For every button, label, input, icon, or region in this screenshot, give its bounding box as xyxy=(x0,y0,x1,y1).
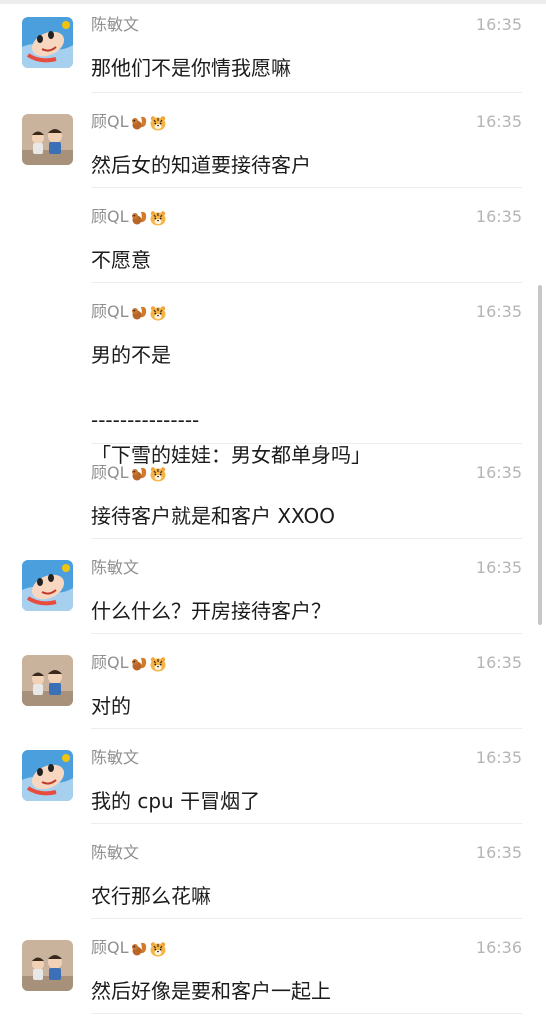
avatar[interactable] xyxy=(22,560,73,611)
message-text: 农行那么花嘛 xyxy=(91,884,211,908)
message-text: 男的不是 xyxy=(91,343,171,367)
sender-name: 顾QL xyxy=(91,112,167,132)
avatar[interactable] xyxy=(22,114,73,165)
message-text: 我的 cpu 干冒烟了 xyxy=(91,789,261,813)
tiger-emoji xyxy=(149,466,167,482)
sender-name: 顾QL xyxy=(91,463,167,483)
message-row[interactable]: 顾QL 16:35 然后女的知道要接待客户 xyxy=(0,107,546,188)
squirrel-emoji xyxy=(130,115,148,131)
timestamp: 16:35 xyxy=(475,302,522,321)
avatar[interactable] xyxy=(22,940,73,991)
sender-name: 陈敏文 xyxy=(91,843,139,863)
timestamp: 16:35 xyxy=(475,843,522,862)
timestamp: 16:35 xyxy=(475,112,522,131)
message-divider xyxy=(91,443,522,444)
message-text: 然后女的知道要接待客户 xyxy=(91,153,311,177)
message-text: --------------- xyxy=(91,408,200,432)
message-text: 那他们不是你情我愿嘛 xyxy=(91,56,291,80)
tiger-emoji xyxy=(149,210,167,226)
sender-name-text: 陈敏文 xyxy=(91,748,140,767)
message-row[interactable]: 顾QL 16:35 不愿意 xyxy=(0,202,546,283)
sender-name-text: 顾QL xyxy=(91,463,129,482)
message-divider xyxy=(91,633,522,634)
message-row[interactable]: 陈敏文 16:35 什么什么？开房接待客户？ xyxy=(0,553,546,634)
sender-name-text: 陈敏文 xyxy=(91,558,140,577)
message-row[interactable]: 顾QL 16:36 然后好像是要和客户一起上 xyxy=(0,933,546,1014)
timestamp: 16:35 xyxy=(475,558,522,577)
squirrel-emoji xyxy=(130,656,148,672)
squirrel-emoji xyxy=(130,941,148,957)
sender-name: 陈敏文 xyxy=(91,748,139,768)
message-text: 不愿意 xyxy=(91,248,151,272)
message-divider xyxy=(91,92,522,93)
sender-name-text: 陈敏文 xyxy=(91,15,140,34)
message-divider xyxy=(91,1013,522,1014)
message-row[interactable]: 陈敏文 16:35 农行那么花嘛 xyxy=(0,838,546,919)
squirrel-emoji xyxy=(130,466,148,482)
sender-name-text: 顾QL xyxy=(91,302,129,321)
message-divider xyxy=(91,728,522,729)
sender-name: 顾QL xyxy=(91,207,167,227)
tiger-emoji xyxy=(149,305,167,321)
sender-name: 顾QL xyxy=(91,938,167,958)
tiger-emoji xyxy=(149,656,167,672)
sender-name: 顾QL xyxy=(91,653,167,673)
timestamp: 16:35 xyxy=(475,207,522,226)
sender-name: 顾QL xyxy=(91,302,167,322)
timestamp: 16:36 xyxy=(475,938,522,957)
sender-name-text: 陈敏文 xyxy=(91,843,140,862)
message-divider xyxy=(91,918,522,919)
message-row[interactable]: 陈敏文 16:35 我的 cpu 干冒烟了 xyxy=(0,743,546,824)
message-divider xyxy=(91,538,522,539)
sender-name-text: 顾QL xyxy=(91,653,129,672)
squirrel-emoji xyxy=(130,305,148,321)
avatar[interactable] xyxy=(22,655,73,706)
message-row[interactable]: 顾QL 16:35 接待客户就是和客户 XXOO xyxy=(0,458,546,539)
timestamp: 16:35 xyxy=(475,748,522,767)
message-divider xyxy=(91,187,522,188)
sender-name-text: 顾QL xyxy=(91,112,129,131)
sender-name-text: 顾QL xyxy=(91,207,129,226)
squirrel-emoji xyxy=(130,210,148,226)
timestamp: 16:35 xyxy=(475,15,522,34)
message-text: 什么什么？开房接待客户？ xyxy=(91,599,331,623)
sender-name: 陈敏文 xyxy=(91,558,139,578)
message-divider xyxy=(91,823,522,824)
message-text: 然后好像是要和客户一起上 xyxy=(91,979,331,1003)
timestamp: 16:35 xyxy=(475,463,522,482)
scrollbar[interactable] xyxy=(538,285,542,625)
tiger-emoji xyxy=(149,115,167,131)
avatar[interactable] xyxy=(22,750,73,801)
message-row[interactable]: 顾QL 16:35 男的不是 --------------- 「下雪的娃娃：男女都单身吗… xyxy=(0,297,546,467)
message-text: 接待客户就是和客户 XXOO xyxy=(91,504,335,528)
message-text: 对的 xyxy=(91,694,131,718)
timestamp: 16:35 xyxy=(475,653,522,672)
message-row[interactable]: 陈敏文 16:35 那他们不是你情我愿嘛 xyxy=(0,10,546,93)
message-row[interactable]: 顾QL 16:35 对的 xyxy=(0,648,546,729)
message-divider xyxy=(91,282,522,283)
sender-name: 陈敏文 xyxy=(91,15,139,35)
avatar[interactable] xyxy=(22,17,73,68)
sender-name-text: 顾QL xyxy=(91,938,129,957)
top-bar xyxy=(0,0,546,4)
tiger-emoji xyxy=(149,941,167,957)
